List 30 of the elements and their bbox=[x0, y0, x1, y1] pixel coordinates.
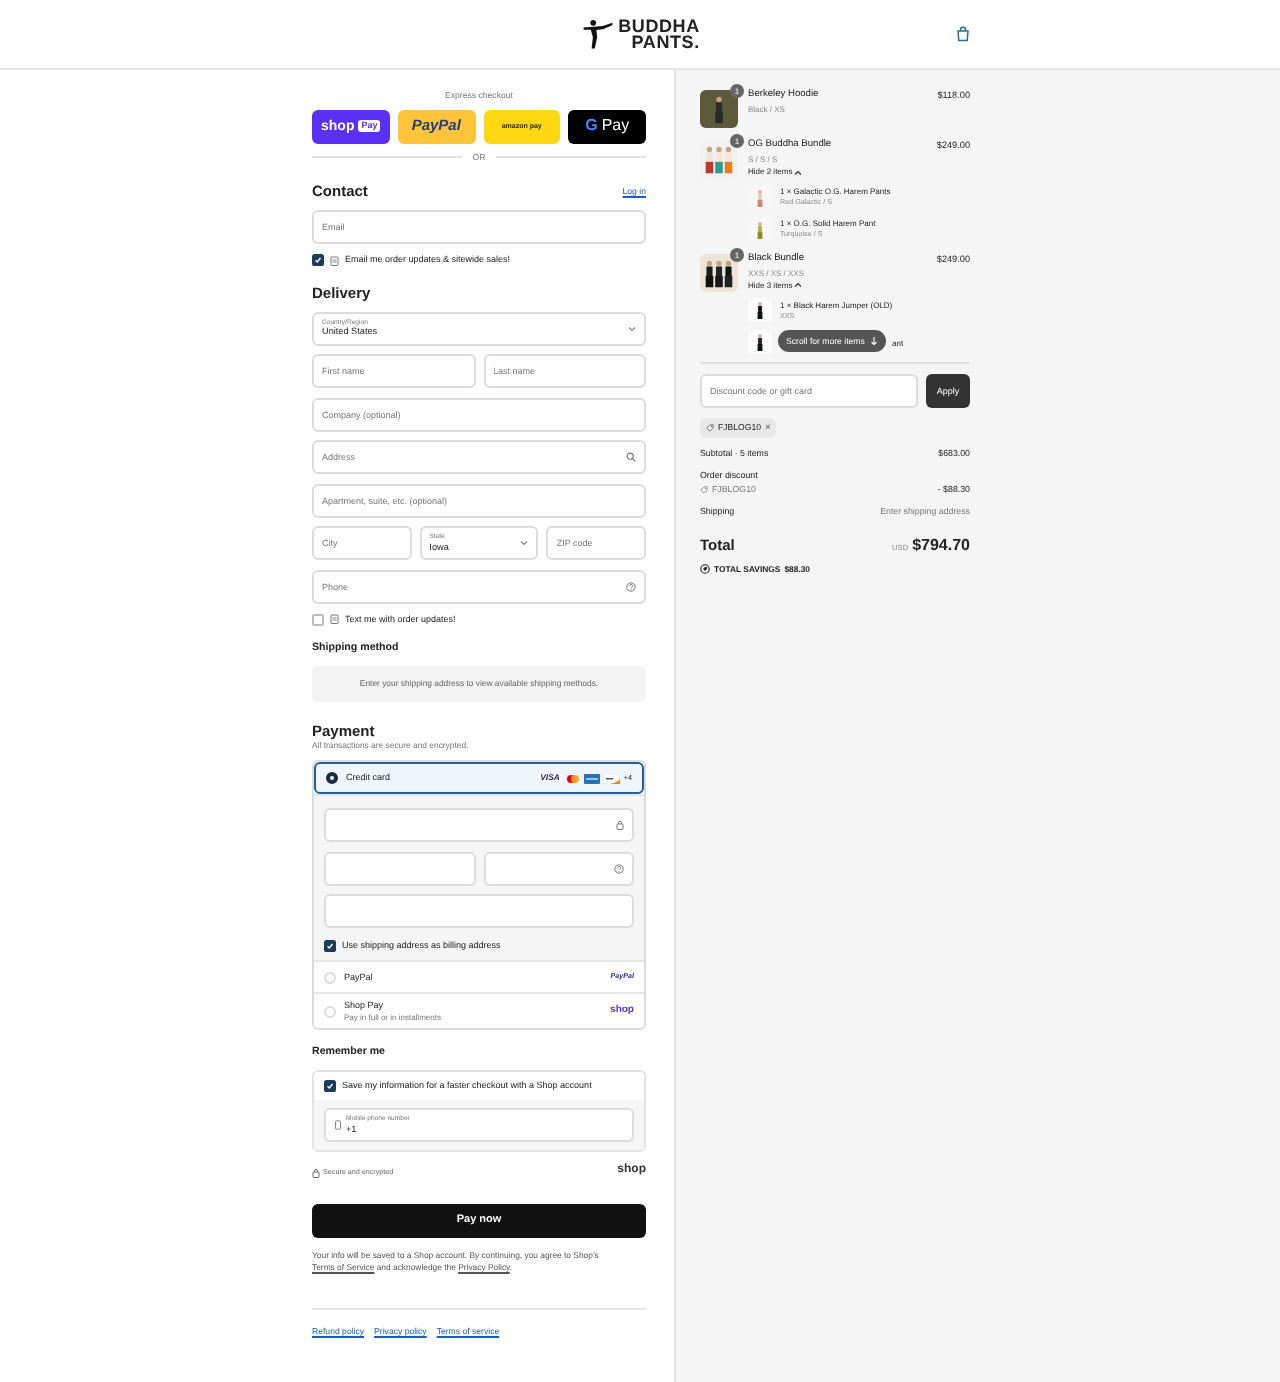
arrow-down-icon bbox=[870, 336, 879, 347]
total-value: $794.70 bbox=[912, 535, 970, 557]
search-icon bbox=[626, 452, 636, 463]
chevron-up-icon bbox=[794, 282, 803, 289]
clipboard-icon bbox=[330, 255, 339, 266]
input-field[interactable] bbox=[483, 851, 634, 886]
google-pay-button[interactable]: G Pay bbox=[568, 109, 646, 144]
input-field[interactable] bbox=[324, 894, 634, 929]
clipboard-icon bbox=[330, 614, 339, 625]
chevron-down-icon bbox=[628, 325, 636, 332]
amex-icon bbox=[583, 773, 600, 784]
lock-icon bbox=[312, 1167, 320, 1178]
chevron-down-icon bbox=[520, 540, 529, 547]
help-icon bbox=[626, 581, 636, 592]
tag-icon bbox=[700, 486, 708, 495]
chevron-up-icon bbox=[794, 169, 803, 176]
discover-icon bbox=[603, 773, 620, 784]
input-field[interactable] bbox=[324, 808, 634, 843]
help-icon bbox=[614, 863, 624, 874]
lock-icon bbox=[616, 820, 624, 831]
checkbox[interactable] bbox=[312, 613, 324, 626]
tag-icon bbox=[706, 424, 714, 432]
shopping-bag-icon[interactable] bbox=[956, 26, 970, 42]
savings-icon bbox=[700, 564, 710, 575]
input-field[interactable] bbox=[324, 851, 475, 886]
mastercard-icon bbox=[565, 773, 580, 784]
radio-button[interactable] bbox=[326, 772, 338, 785]
phone-icon bbox=[334, 1120, 342, 1131]
figure-icon bbox=[582, 18, 615, 50]
logo-text: BUDDHA PANTS. bbox=[618, 17, 700, 51]
